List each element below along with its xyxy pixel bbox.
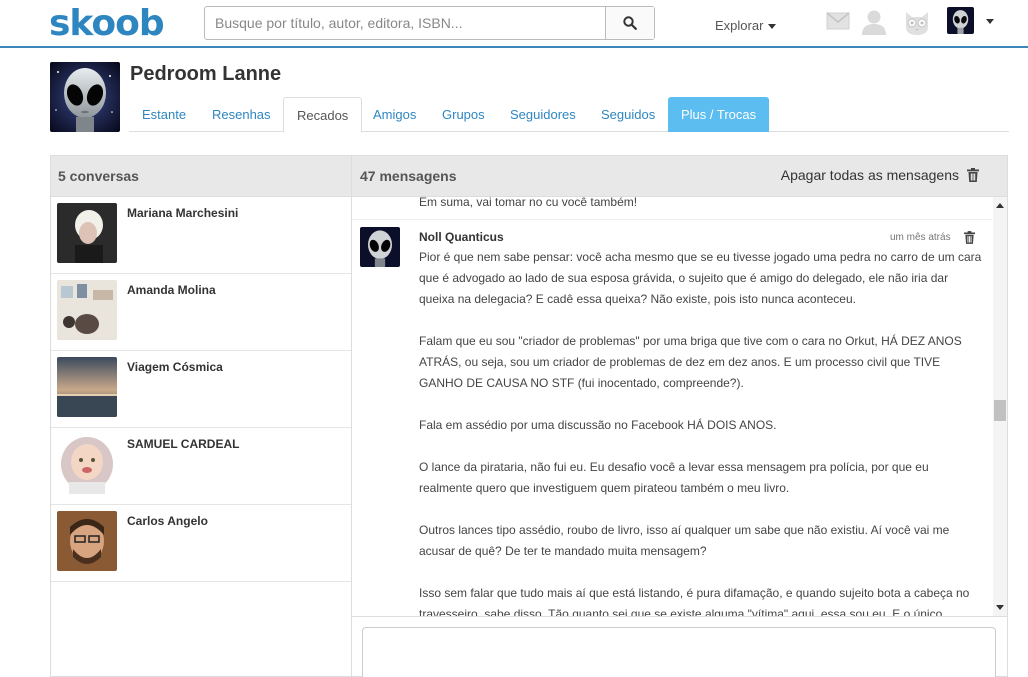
trash-icon[interactable] xyxy=(967,168,979,182)
scrollbar-thumb[interactable] xyxy=(994,400,1006,421)
delete-all-messages-button[interactable]: Apagar todas as mensagens xyxy=(781,167,959,183)
conversations-panel: 5 conversas Mariana Marchesini Amanda Mo… xyxy=(50,155,352,677)
tab-plus-trocas[interactable]: Plus / Trocas xyxy=(668,97,770,132)
messages-panel: 47 mensagens Apagar todas as mensagens E… xyxy=(351,155,1008,677)
message-paragraph: Fala em assédio por uma discussão no Fac… xyxy=(419,418,777,432)
explore-label: Explorar xyxy=(715,18,764,33)
previous-message-text: Em suma, vai tomar no cu você também! xyxy=(419,197,638,209)
tab-resenhas[interactable]: Resenhas xyxy=(199,97,284,132)
conversation-item[interactable]: Mariana Marchesini xyxy=(51,197,352,274)
message-paragraph: Outros lances tipo assédio, roubo de liv… xyxy=(419,523,950,558)
tab-amigos[interactable]: Amigos xyxy=(360,97,429,132)
conversation-item[interactable]: Carlos Angelo xyxy=(51,505,352,582)
message-body: Pior é que nem sabe pensar: você acha me… xyxy=(419,247,984,617)
avatar xyxy=(57,357,117,417)
tab-seguidos[interactable]: Seguidos xyxy=(588,97,668,132)
tab-grupos[interactable]: Grupos xyxy=(429,97,498,132)
conversation-item[interactable]: Viagem Cósmica xyxy=(51,351,352,428)
avatar xyxy=(57,511,117,571)
message-divider xyxy=(352,219,992,220)
message-paragraph: Pior é que nem sabe pensar: você acha me… xyxy=(419,250,982,306)
alien-avatar-image xyxy=(360,227,400,267)
tab-recados[interactable]: Recados xyxy=(283,97,363,133)
message-author-avatar[interactable] xyxy=(360,227,400,267)
user-icon[interactable] xyxy=(860,8,888,36)
scroll-down-arrow-icon[interactable] xyxy=(996,605,1004,610)
message-timestamp: um mês atrás xyxy=(890,232,951,243)
profile-tabs: Estante Resenhas Recados Amigos Grupos S… xyxy=(129,97,1009,133)
mail-icon[interactable] xyxy=(826,12,850,30)
avatar xyxy=(57,434,117,494)
search-input[interactable] xyxy=(205,7,606,39)
avatar xyxy=(57,203,117,263)
search-icon xyxy=(623,16,637,30)
skoob-logo[interactable]: skoob xyxy=(49,3,165,44)
messages-scrollbar[interactable] xyxy=(993,197,1007,616)
user-avatar[interactable] xyxy=(947,7,974,34)
chevron-down-icon xyxy=(768,24,777,30)
conversation-name: Viagem Cósmica xyxy=(127,360,223,374)
trash-icon[interactable] xyxy=(964,231,975,244)
explore-menu[interactable]: Explorar xyxy=(715,18,777,33)
conversation-item[interactable]: Amanda Molina xyxy=(51,274,352,351)
reply-textarea[interactable] xyxy=(362,627,996,677)
tab-estante[interactable]: Estante xyxy=(129,97,199,132)
tab-seguidores[interactable]: Seguidores xyxy=(497,97,589,132)
conversation-name: Mariana Marchesini xyxy=(127,206,239,220)
message-author[interactable]: Noll Quanticus xyxy=(419,230,504,244)
search-box xyxy=(204,6,655,40)
conversation-name: Amanda Molina xyxy=(127,283,216,297)
message-paragraph: Falam que eu sou "criador de problemas" … xyxy=(419,334,962,390)
alien-avatar-image xyxy=(50,62,120,132)
conversations-count: 5 conversas xyxy=(51,156,352,197)
conversation-item[interactable]: SAMUEL CARDEAL xyxy=(51,428,352,505)
message-paragraph: Isso sem falar que tudo mais aí que está… xyxy=(419,586,970,617)
scroll-up-arrow-icon[interactable] xyxy=(996,203,1004,208)
messages-list[interactable]: Em suma, vai tomar no cu você também! No… xyxy=(352,197,1007,617)
avatar xyxy=(57,280,117,340)
conversation-name: Carlos Angelo xyxy=(127,514,208,528)
owl-icon[interactable] xyxy=(903,9,931,37)
profile-avatar[interactable] xyxy=(50,62,120,132)
search-button[interactable] xyxy=(605,7,654,39)
user-menu-chevron-icon[interactable] xyxy=(986,19,994,24)
alien-avatar-image xyxy=(947,7,974,34)
message-paragraph: O lance da pirataria, não fui eu. Eu des… xyxy=(419,460,929,495)
top-navbar: skoob Explorar xyxy=(0,0,1028,48)
profile-name: Pedroom Lanne xyxy=(130,63,282,85)
conversation-name: SAMUEL CARDEAL xyxy=(127,437,240,451)
